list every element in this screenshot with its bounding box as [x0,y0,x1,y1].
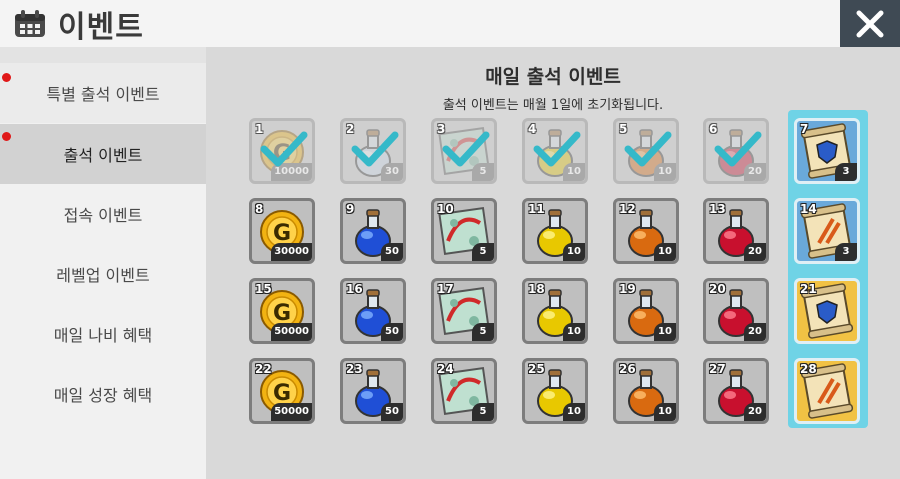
quantity-badge: 5 [472,323,494,341]
reward-slot[interactable]: 6 20 [703,118,769,184]
reward-slot[interactable]: 17 5 [431,278,497,344]
day-number: 15 [255,282,272,296]
notification-dot [2,132,11,141]
day-number: 19 [619,282,636,296]
checkmark-icon [714,131,762,167]
page-title: 이벤트 [58,10,144,45]
reward-slot[interactable]: 28 [794,358,860,424]
quantity-badge: 20 [744,323,766,341]
reward-slot[interactable]: 18 10 [522,278,588,344]
reward-slot[interactable]: 13 20 [703,198,769,264]
sidebar-item[interactable]: 레벨업 이벤트 [0,244,206,304]
sidebar-item[interactable]: 특별 출석 이벤트 [0,63,206,123]
notification-dot [2,73,11,82]
close-icon [856,10,884,37]
day-number: 14 [800,202,817,216]
quantity-badge: 10 [654,403,676,421]
day-number: 17 [437,282,454,296]
reward-slot[interactable]: 25 10 [522,358,588,424]
quantity-badge: 20 [744,403,766,421]
reward-slot[interactable]: G 1 10000 [249,118,315,184]
quantity-badge: 50000 [271,403,312,421]
reward-slot[interactable]: 27 20 [703,358,769,424]
checkmark-icon [533,131,581,167]
quantity-badge: 30000 [271,243,312,261]
checkmark-icon [351,131,399,167]
quantity-badge: 10 [654,323,676,341]
day-number: 20 [709,282,726,296]
reward-slot[interactable]: G 15 50000 [249,278,315,344]
quantity-badge: 20 [744,243,766,261]
sidebar-gap [0,47,206,63]
close-button[interactable] [840,0,900,47]
sidebar-item[interactable]: 매일 나비 혜택 [0,304,206,364]
day-number: 26 [619,362,636,376]
header-bar: 이벤트 [0,0,840,47]
quantity-badge: 50 [381,323,403,341]
reward-slot[interactable]: 11 10 [522,198,588,264]
day-number: 13 [709,202,726,216]
day-number: 8 [255,202,264,216]
quantity-badge: 10 [563,243,585,261]
day-number: 24 [437,362,454,376]
quantity-badge: 3 [835,243,857,261]
reward-slot[interactable]: 35 [431,118,497,184]
sidebar-item[interactable]: 출석 이벤트 [0,124,206,184]
event-title: 매일 출석 이벤트 [485,66,621,88]
reward-slot[interactable]: 5 10 [613,118,679,184]
reward-slot[interactable]: 26 10 [613,358,679,424]
reward-slot[interactable]: 14 3 [794,198,860,264]
checkmark-icon [260,131,308,167]
day-number: 7 [800,122,809,136]
day-number: 16 [346,282,363,296]
reward-slot[interactable]: 12 10 [613,198,679,264]
reward-slot[interactable]: 4 10 [522,118,588,184]
day-number: 12 [619,202,636,216]
reward-slot[interactable]: 23 50 [340,358,406,424]
sidebar-item-label: 레벨업 이벤트 [56,266,150,285]
day-number: 11 [528,202,545,216]
reward-slot[interactable]: G 8 30000 [249,198,315,264]
sidebar-item-label: 접속 이벤트 [63,206,143,225]
reward-slot[interactable]: G 22 50000 [249,358,315,424]
reward-slot[interactable]: 2 30 [340,118,406,184]
day-number: 25 [528,362,545,376]
day-number: 21 [800,282,817,296]
day-number: 23 [346,362,363,376]
quantity-badge: 3 [835,163,857,181]
reward-slot[interactable]: 19 10 [613,278,679,344]
day-number: 28 [800,362,817,376]
reward-slot[interactable]: 24 5 [431,358,497,424]
reward-slot[interactable]: 9 50 [340,198,406,264]
day-number: 22 [255,362,272,376]
sidebar-item[interactable]: 매일 성장 혜택 [0,364,206,424]
calendar-icon [15,10,45,37]
day-number: 9 [346,202,355,216]
reward-slot[interactable]: 20 20 [703,278,769,344]
quantity-badge: 50000 [271,323,312,341]
sidebar-item-label: 출석 이벤트 [63,146,143,165]
day-number: 10 [437,202,454,216]
day-number: 27 [709,362,726,376]
quantity-badge: 10 [563,323,585,341]
sidebar-item-label: 매일 나비 혜택 [53,326,153,345]
sidebar-item-label: 매일 성장 혜택 [53,386,153,405]
quantity-badge: 50 [381,243,403,261]
quantity-badge: 10 [654,243,676,261]
sidebar-item-label: 특별 출석 이벤트 [46,85,160,104]
reward-slot[interactable]: 16 50 [340,278,406,344]
quantity-badge: 50 [381,403,403,421]
reward-slot[interactable]: 10 5 [431,198,497,264]
quantity-badge: 10 [563,403,585,421]
quantity-badge: 5 [472,243,494,261]
checkmark-icon [442,131,490,167]
reward-slot[interactable]: 21 [794,278,860,344]
quantity-badge: 5 [472,403,494,421]
checkmark-icon [624,131,672,167]
reward-slot[interactable]: 73 [794,118,860,184]
sidebar-item[interactable]: 접속 이벤트 [0,184,206,244]
day-number: 18 [528,282,545,296]
